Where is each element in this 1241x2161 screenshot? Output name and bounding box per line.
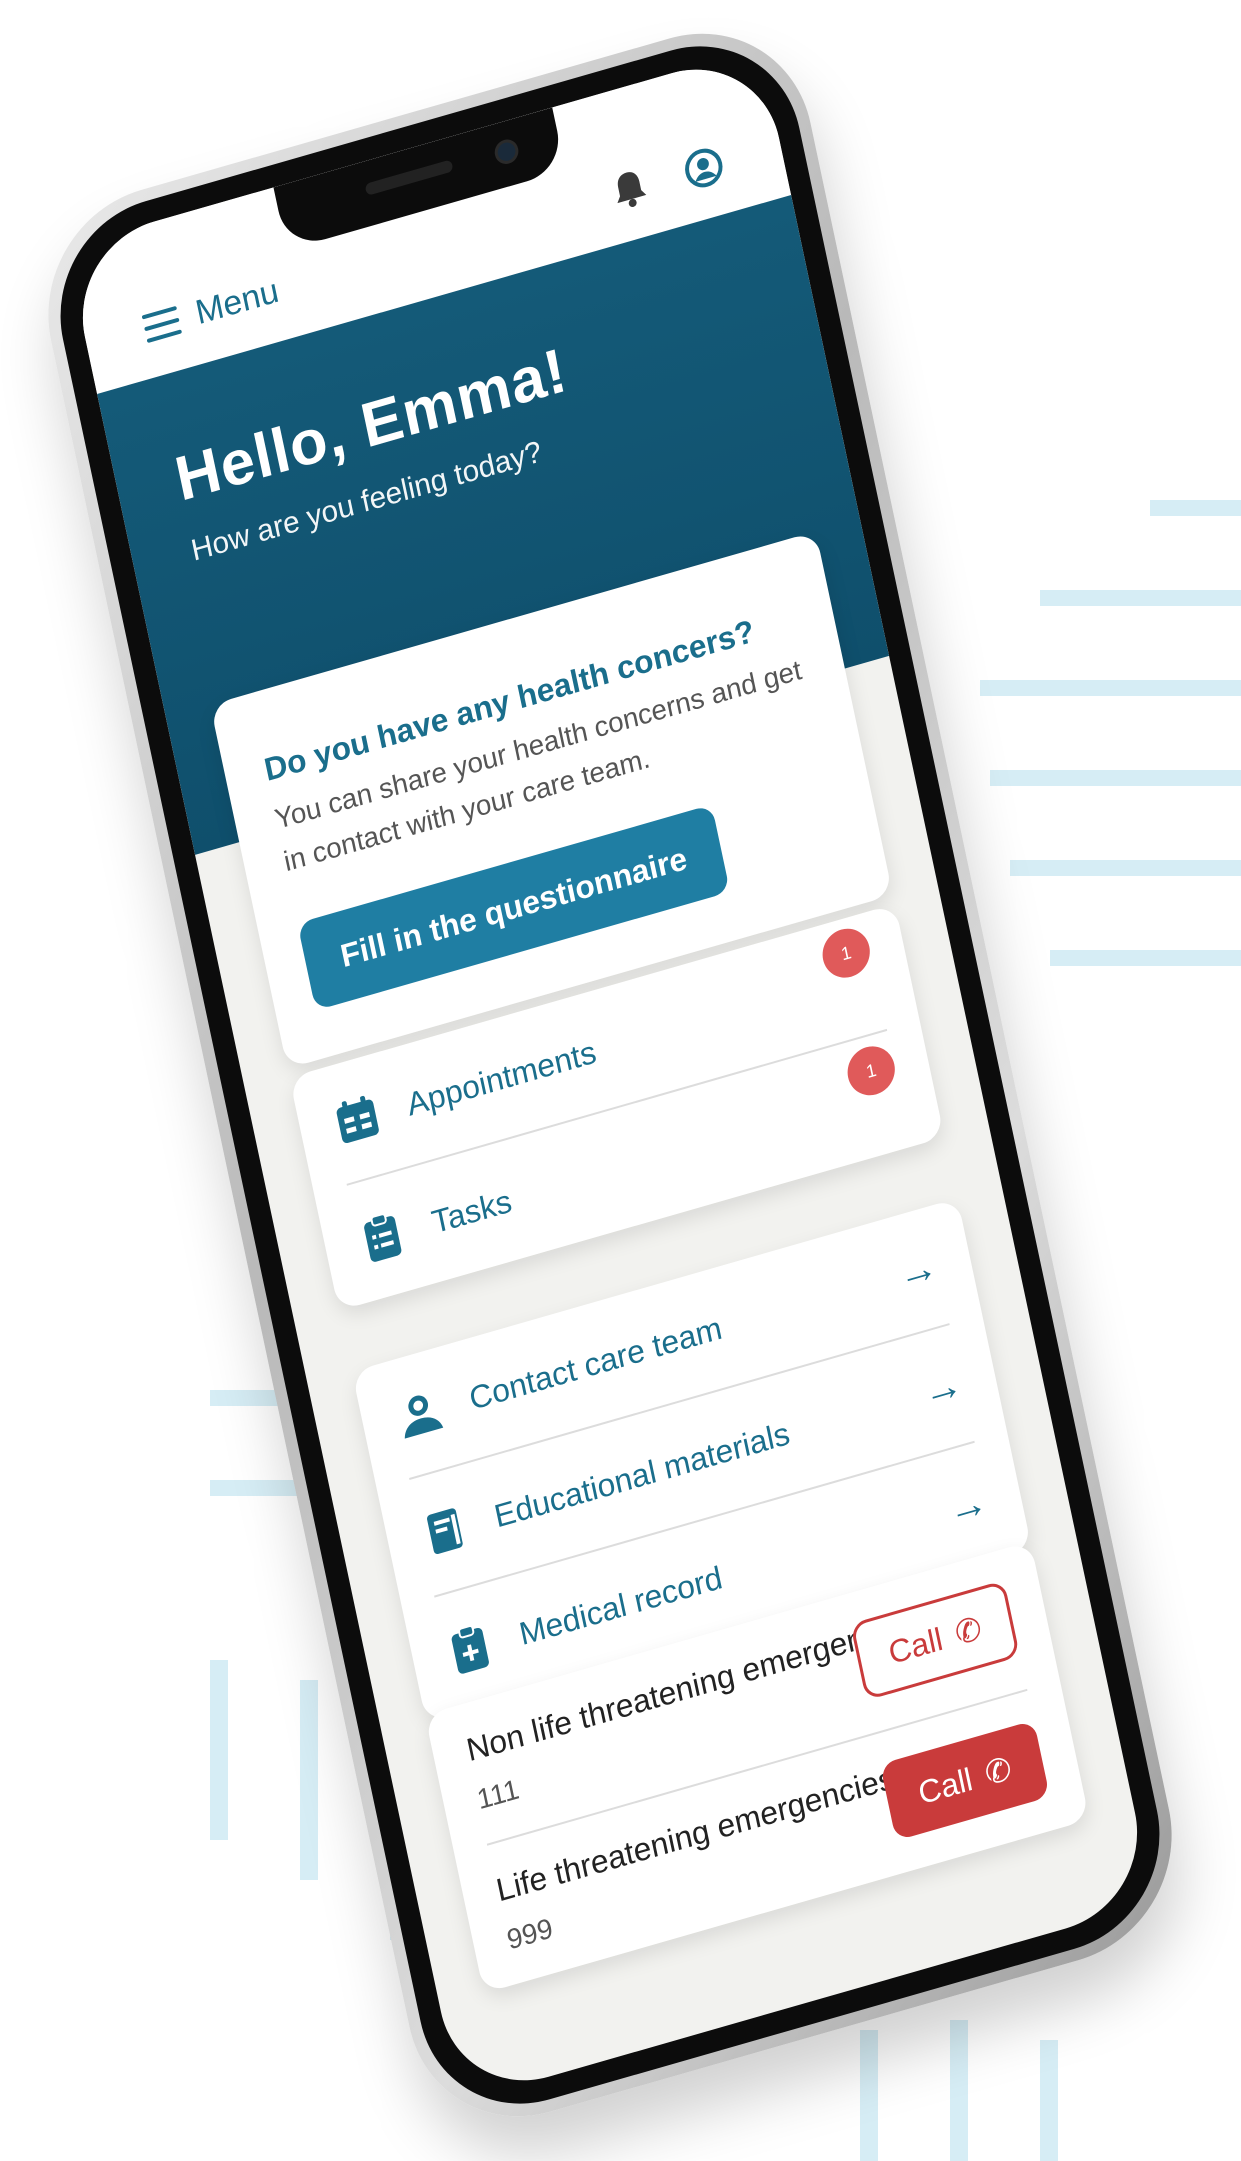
- menu-button[interactable]: Menu: [140, 271, 282, 348]
- top-icons: [609, 143, 727, 214]
- tasks-badge: 1: [843, 1040, 900, 1101]
- book-icon: [427, 1508, 463, 1554]
- arrow-right-icon: →: [893, 1243, 942, 1298]
- call-label: Call: [885, 1620, 946, 1671]
- camera-icon: [492, 136, 521, 167]
- menu-label: Menu: [192, 271, 282, 333]
- phone-icon: ✆: [981, 1749, 1015, 1793]
- phone-mockup: Menu Hello, Emma! How are you feeling to…: [26, 5, 1194, 2145]
- clipboard-icon: [364, 1213, 402, 1262]
- medical-record-icon: [451, 1625, 489, 1674]
- tasks-label: Tasks: [428, 1182, 515, 1240]
- appointments-label: Appointments: [403, 1032, 600, 1123]
- bell-icon[interactable]: [609, 166, 650, 213]
- phone-icon: ✆: [951, 1609, 986, 1653]
- hamburger-icon: [141, 305, 182, 343]
- calendar-icon: [336, 1095, 379, 1144]
- appointments-badge: 1: [818, 923, 875, 984]
- call-label: Call: [914, 1760, 976, 1811]
- care-team-icon: [404, 1395, 444, 1439]
- arrow-right-icon: →: [943, 1478, 992, 1533]
- speaker: [364, 159, 454, 196]
- account-icon[interactable]: [680, 143, 727, 193]
- arrow-right-icon: →: [918, 1360, 967, 1416]
